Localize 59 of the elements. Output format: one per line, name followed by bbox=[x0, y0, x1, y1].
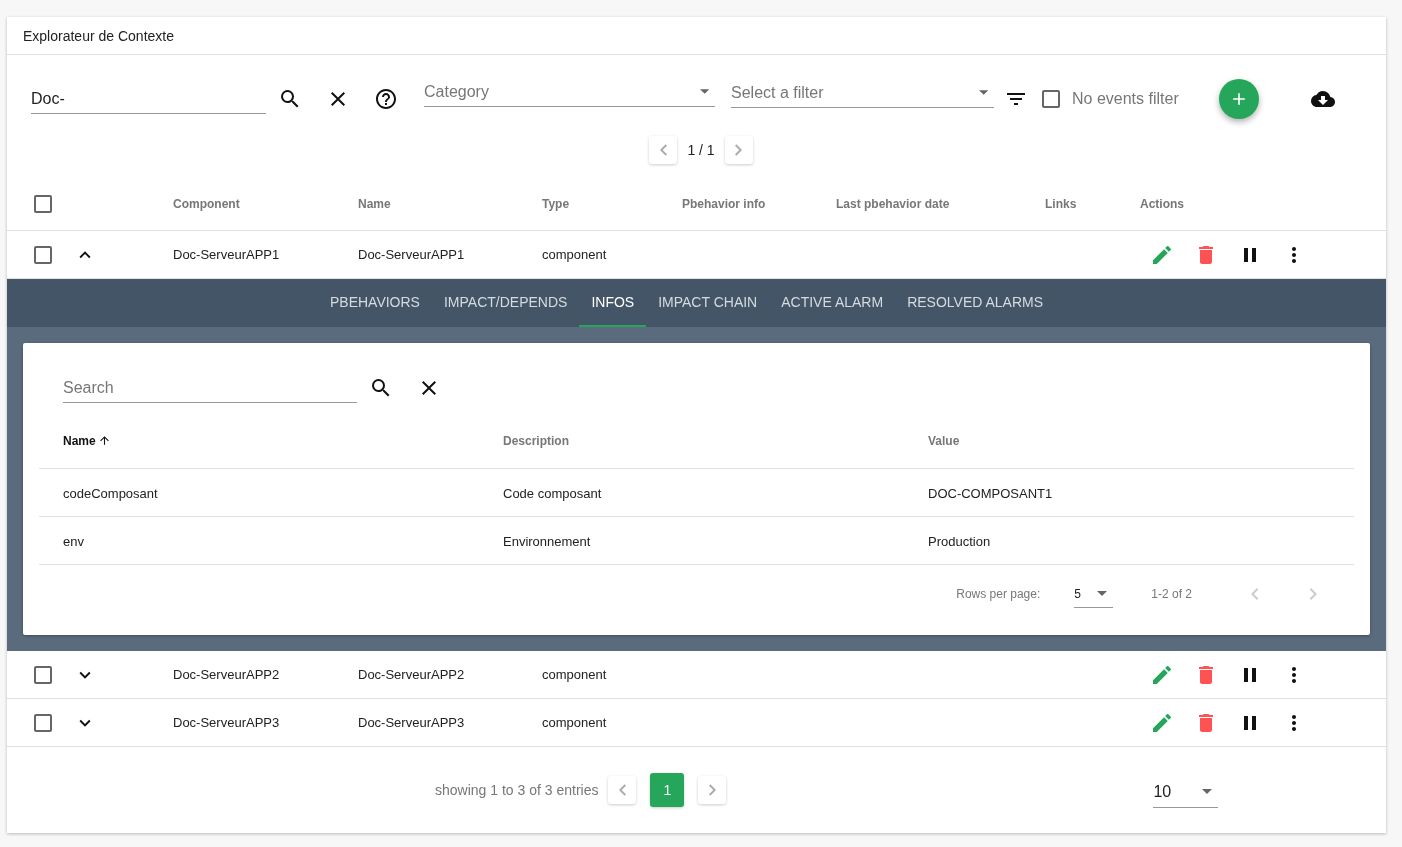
table-cell: Production bbox=[928, 533, 991, 549]
column-header: Component bbox=[173, 196, 240, 211]
checkbox[interactable] bbox=[34, 194, 52, 213]
dropdown-arrow-icon[interactable] bbox=[978, 90, 988, 95]
table-cell: component bbox=[542, 715, 607, 730]
table-cell: DOC-COMPOSANT1 bbox=[928, 485, 1053, 501]
column-header[interactable]: Description bbox=[503, 433, 928, 448]
rows-per-page-select[interactable]: 5 bbox=[1074, 580, 1114, 608]
dropdown-arrow-icon bbox=[1202, 789, 1213, 794]
checkbox[interactable] bbox=[34, 245, 52, 264]
table-cell: Environnement bbox=[503, 533, 591, 549]
page-indicator: 1 / 1 bbox=[687, 142, 715, 158]
checkbox[interactable] bbox=[34, 713, 52, 732]
table-cell: Doc-ServeurAPP2 bbox=[173, 667, 280, 682]
chevron-left-icon bbox=[659, 144, 667, 156]
tab[interactable]: PBEHAVIORS bbox=[317, 279, 432, 327]
tab[interactable]: ACTIVE ALARM bbox=[769, 279, 896, 327]
search-field[interactable]: Doc- bbox=[31, 89, 266, 108]
search-field[interactable]: Search bbox=[63, 378, 357, 397]
table-cell: Code composant bbox=[503, 485, 602, 501]
chevron-right-icon bbox=[735, 144, 743, 156]
category-select[interactable]: Category bbox=[424, 82, 700, 101]
checkbox[interactable] bbox=[1042, 90, 1060, 108]
column-header: Last pbehavior date bbox=[836, 196, 950, 211]
table-cell: Doc-ServeurAPP2 bbox=[358, 667, 465, 682]
checkbox-label: No events filter bbox=[1072, 90, 1179, 108]
column-header: Actions bbox=[1140, 196, 1184, 211]
window-title: Explorateur de Contexte bbox=[23, 27, 174, 44]
column-header: Type bbox=[542, 196, 570, 211]
table-cell: codeComposant bbox=[63, 485, 158, 501]
dropdown-arrow-icon[interactable] bbox=[699, 89, 709, 94]
column-header: Name bbox=[358, 196, 391, 211]
column-header: Pbehavior info bbox=[682, 196, 766, 211]
filter-select[interactable]: Select a filter bbox=[731, 83, 979, 102]
per-page-select[interactable]: 10 bbox=[1153, 776, 1219, 808]
column-header[interactable]: Value bbox=[928, 433, 1354, 448]
entries-count: showing 1 to 3 of 3 entries bbox=[435, 782, 599, 798]
tab[interactable]: IMPACT CHAIN bbox=[646, 279, 770, 327]
checkbox[interactable] bbox=[34, 665, 52, 684]
column-header: Links bbox=[1045, 196, 1077, 211]
tab[interactable]: IMPACT/DEPENDS bbox=[431, 279, 580, 327]
table-cell: Doc-ServeurAPP1 bbox=[358, 247, 465, 262]
table-cell: Doc-ServeurAPP3 bbox=[173, 715, 280, 730]
table-cell: Doc-ServeurAPP3 bbox=[358, 715, 465, 730]
table-cell: component bbox=[542, 667, 607, 682]
add-button[interactable] bbox=[1218, 79, 1259, 119]
page-button[interactable]: 1 bbox=[650, 773, 685, 807]
tab[interactable]: INFOS bbox=[579, 279, 647, 327]
range-label: 1-2 of 2 bbox=[1151, 587, 1192, 601]
chevron-right-icon bbox=[708, 784, 716, 796]
tab[interactable]: RESOLVED ALARMS bbox=[895, 279, 1056, 327]
table-cell: Doc-ServeurAPP1 bbox=[173, 247, 280, 262]
column-header[interactable]: Name bbox=[63, 433, 503, 448]
rows-per-page-label: Rows per page: bbox=[956, 587, 1041, 601]
chevron-left-icon bbox=[618, 784, 626, 796]
table-cell: env bbox=[63, 533, 84, 549]
sort-arrow-icon bbox=[97, 434, 111, 447]
table-cell: component bbox=[542, 247, 607, 262]
dropdown-arrow-icon bbox=[1097, 591, 1108, 596]
